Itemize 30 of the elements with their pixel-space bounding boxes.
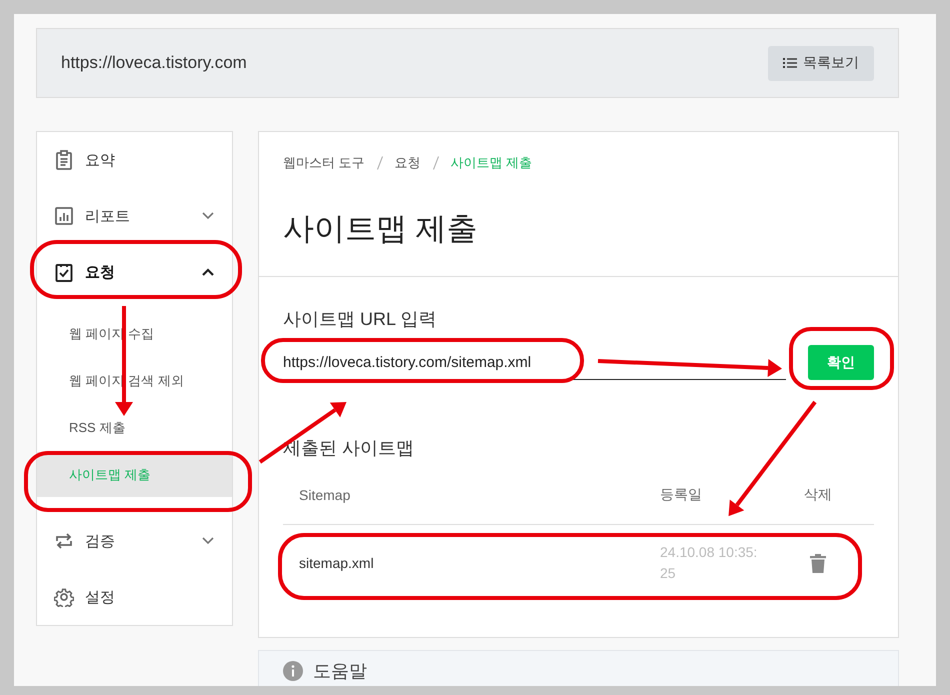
page-title: 사이트맵 제출 (283, 210, 479, 248)
sitemap-name: sitemap.xml (299, 555, 375, 571)
sidebar-item[interactable]: 검증 (37, 513, 232, 569)
settings-icon (54, 587, 74, 607)
sidebar-item[interactable]: 요청 (37, 244, 232, 300)
sidebar-subitem[interactable]: RSS 제출 (37, 405, 232, 450)
delete-icon[interactable] (810, 554, 826, 572)
sidebar-item[interactable]: 요약 (37, 132, 232, 188)
url-input-field[interactable]: https://loveca.tistory.com/sitemap.xml (283, 346, 786, 380)
help-title: 도움말 (313, 660, 367, 683)
column-header: 등록일 (660, 486, 703, 504)
registered-date: 24.10.08 10:35:25 (660, 543, 758, 583)
list-view-button[interactable]: 목록보기 (768, 46, 874, 80)
bar-chart-icon (54, 206, 74, 226)
breadcrumb-link[interactable]: 요청 (394, 154, 421, 172)
list-icon (783, 57, 797, 69)
field-label: 사이트맵 URL 입력 (283, 308, 438, 331)
sidebar-item[interactable]: 설정 (37, 569, 232, 625)
info-icon (283, 661, 303, 681)
breadcrumb-link[interactable]: 웹마스터 도구 (283, 154, 365, 172)
column-header: 삭제 (803, 486, 833, 504)
sidebar-item[interactable]: 리포트 (37, 188, 232, 244)
section-title: 제출된 사이트맵 (283, 437, 416, 460)
clipboard-check-icon (54, 262, 74, 282)
slash-separator-icon (376, 156, 383, 170)
column-header: Sitemap (299, 487, 352, 503)
swap-arrows-icon (54, 531, 74, 551)
slash-separator-icon (432, 156, 439, 170)
clipboard-list-icon (54, 150, 74, 170)
site-url: https://loveca.tistory.com (61, 53, 247, 73)
